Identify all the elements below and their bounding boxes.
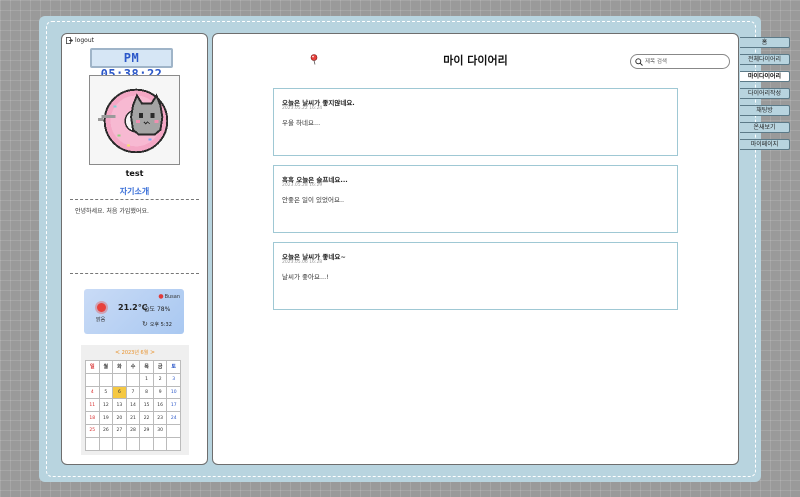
calendar-weekday: 수 xyxy=(126,361,141,374)
calendar-day[interactable]: 1 xyxy=(140,373,154,387)
diary-card[interactable]: 오늘은 날씨가 좋지않네요. 2023.05.22 16:24 우울 하네요..… xyxy=(273,88,678,156)
diary-body: 안좋은 일이 있었어요.. xyxy=(282,196,345,204)
calendar-day[interactable]: 30 xyxy=(153,424,168,438)
calendar-day xyxy=(99,437,114,451)
weather-time: ↻ 오후 5:32 xyxy=(142,320,172,328)
calendar-day[interactable]: 22 xyxy=(140,412,154,425)
calendar-day-today[interactable]: 6 xyxy=(113,386,127,400)
calendar-grid: 일 월 화 수 목 금 토 1 2 3 4 5 6 7 8 9 10 11 12 13 14 15 16 17 18 19 20 21… xyxy=(85,360,181,451)
diary-card[interactable]: 오늘은 날씨가 좋네요~ 2023.05.06 16:28 날씨가 좋아요...… xyxy=(273,242,678,310)
intro-text: 안녕하세요. 처음 가입했어요. xyxy=(75,208,149,215)
intro-title: 자기소개 xyxy=(119,187,150,196)
profile-sidebar: logout PM 05:38:22 test 자기소개 안녕하세요. 처음 가… xyxy=(61,33,208,465)
username: test xyxy=(125,169,144,178)
diary-body: 날씨가 좋아요...! xyxy=(282,273,329,281)
calendar-day[interactable]: 7 xyxy=(126,386,141,400)
calendar-day xyxy=(126,437,141,451)
calendar-day[interactable]: 5 xyxy=(99,386,114,400)
calendar-day[interactable]: 23 xyxy=(153,412,168,425)
weather-humidity: 습도 78% xyxy=(144,306,171,313)
divider xyxy=(70,199,199,200)
calendar-day[interactable]: 25 xyxy=(86,424,100,438)
calendar-day xyxy=(86,373,100,387)
diary-card[interactable]: 흑흑 오늘은 슬프네요... 2023.05.28 16:29 안좋은 일이 있… xyxy=(273,165,678,233)
calendar-weekday: 월 xyxy=(99,361,114,374)
calendar-day xyxy=(153,437,168,451)
calendar-day[interactable]: 10 xyxy=(167,386,181,400)
calendar-day[interactable]: 16 xyxy=(153,399,168,413)
calendar-day[interactable]: 13 xyxy=(113,399,127,413)
calendar-weekday: 목 xyxy=(140,361,154,374)
weather-time-label: 오후 5:32 xyxy=(149,321,172,328)
calendar-day xyxy=(126,373,141,387)
diary-main: 마이 다이어리 오늘은 날씨가 좋지않네요. 2023.05.22 16:24 … xyxy=(212,33,739,465)
calendar-header: < 2023년 6월 > xyxy=(81,349,189,356)
nav-tab[interactable]: 마이페이지 xyxy=(740,139,790,150)
calendar-day[interactable]: 18 xyxy=(86,412,100,425)
calendar-day[interactable]: 4 xyxy=(86,386,100,400)
cat-avatar xyxy=(90,76,179,164)
calendar-day[interactable]: 28 xyxy=(126,424,141,438)
calendar-day xyxy=(86,437,100,451)
digital-clock: PM 05:38:22 xyxy=(90,48,173,81)
logout-icon xyxy=(66,37,73,44)
calendar-day xyxy=(167,437,181,451)
search-icon[interactable] xyxy=(635,58,643,66)
refresh-icon[interactable]: ↻ xyxy=(142,320,148,328)
calendar-day[interactable]: 15 xyxy=(140,399,154,413)
calendar-day[interactable]: 29 xyxy=(140,424,154,438)
calendar-day xyxy=(99,373,114,387)
nav-tab[interactable]: 전체다이어리 xyxy=(740,54,790,65)
location-pin-icon: ● xyxy=(158,293,164,300)
diary-date: 2023.05.28 16:29 xyxy=(282,183,323,188)
calendar-day xyxy=(113,437,127,451)
calendar-day xyxy=(140,437,154,451)
calendar-day[interactable]: 17 xyxy=(167,399,181,413)
diary-date: 2023.05.22 16:24 xyxy=(282,106,323,111)
calendar-day[interactable]: 14 xyxy=(126,399,141,413)
nav-tab[interactable]: 홈 xyxy=(740,37,790,48)
calendar-weekday: 화 xyxy=(113,361,127,374)
calendar-day[interactable]: 20 xyxy=(113,412,127,425)
side-nav-tabs: 홈전체다이어리마이다이어리다이어리작성채팅방온새보기마이페이지 xyxy=(740,37,790,156)
diary-date: 2023.05.06 16:28 xyxy=(282,260,323,265)
logout-button[interactable]: logout xyxy=(66,37,94,44)
nav-tab[interactable]: 온새보기 xyxy=(740,122,790,133)
avatar xyxy=(89,75,180,165)
calendar-day[interactable]: 8 xyxy=(140,386,154,400)
weather-location: ● Busan xyxy=(158,293,180,300)
calendar-weekday: 토 xyxy=(167,361,181,374)
calendar-day[interactable]: 3 xyxy=(167,373,181,387)
sun-icon xyxy=(97,303,106,312)
calendar-day xyxy=(167,424,181,438)
nav-tab[interactable]: 다이어리작성 xyxy=(740,88,790,99)
weather-condition: 맑음 xyxy=(96,317,106,323)
calendar-day[interactable]: 12 xyxy=(99,399,114,413)
calendar-day[interactable]: 19 xyxy=(99,412,114,425)
nav-tab[interactable]: 마이다이어리 xyxy=(740,71,790,82)
calendar-day[interactable]: 26 xyxy=(99,424,114,438)
calendar-day[interactable]: 9 xyxy=(153,386,168,400)
nav-tab[interactable]: 채팅방 xyxy=(740,105,790,116)
calendar-weekday: 일 xyxy=(86,361,100,374)
calendar-weekday: 금 xyxy=(153,361,168,374)
diary-body: 우울 하네요... xyxy=(282,119,321,127)
search-input[interactable] xyxy=(645,56,725,67)
calendar-prev-button[interactable]: < xyxy=(115,349,120,356)
calendar-day[interactable]: 24 xyxy=(167,412,181,425)
calendar-next-button[interactable]: > xyxy=(150,349,155,356)
weather-widget: ● Busan 맑음 21.2℃ 습도 78% ↻ 오후 5:32 xyxy=(84,289,184,334)
calendar-day[interactable]: 27 xyxy=(113,424,127,438)
search-box xyxy=(630,54,730,69)
calendar-day[interactable]: 21 xyxy=(126,412,141,425)
calendar-day xyxy=(113,373,127,387)
logout-label: logout xyxy=(75,37,94,44)
calendar-day[interactable]: 2 xyxy=(153,373,168,387)
calendar-day[interactable]: 11 xyxy=(86,399,100,413)
calendar-month-label: 2023년 6월 xyxy=(121,350,149,356)
divider xyxy=(70,273,199,274)
calendar-widget: < 2023년 6월 > 일 월 화 수 목 금 토 1 2 3 4 5 6 7 8 9 10 11 12 13 14 1… xyxy=(81,345,189,455)
weather-location-label: Busan xyxy=(164,293,180,300)
